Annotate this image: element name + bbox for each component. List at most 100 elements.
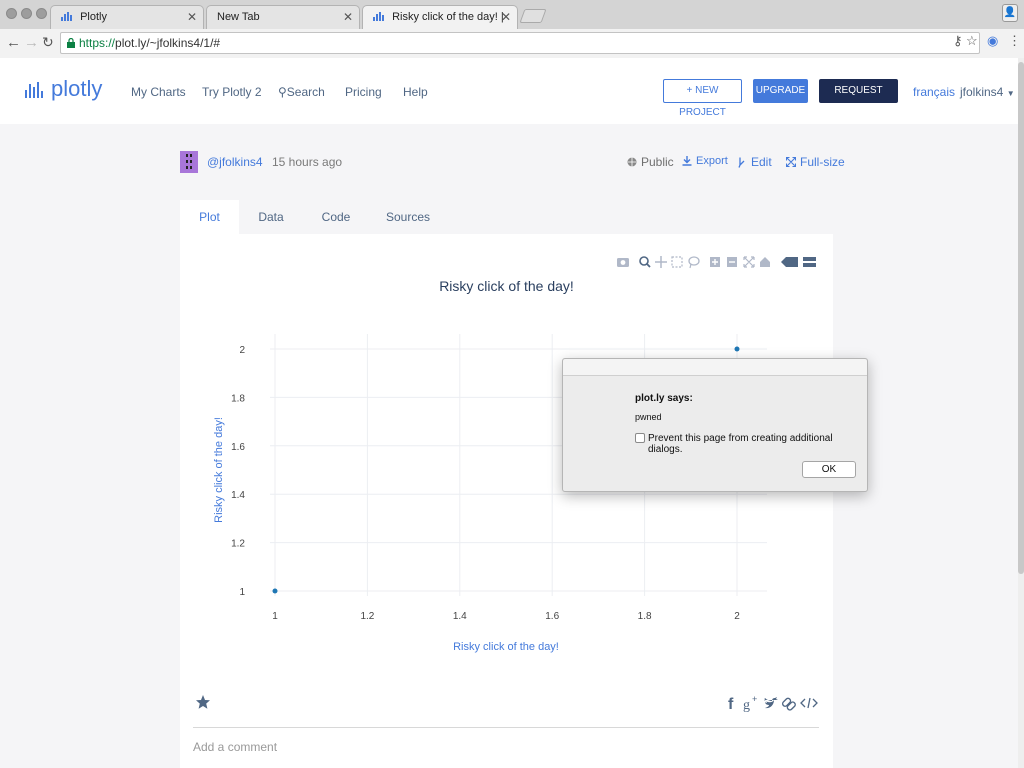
link-icon[interactable] — [781, 697, 797, 711]
page-scrollbar[interactable] — [1018, 58, 1024, 768]
scatter-point[interactable] — [734, 346, 740, 352]
zoom-in-icon[interactable] — [710, 257, 720, 267]
lasso-icon[interactable] — [688, 256, 700, 269]
chart-title: Risky click of the day! — [439, 278, 574, 294]
x-tick-labels: 1 1.2 1.4 1.6 1.8 2 — [272, 611, 740, 622]
zoom-icon[interactable] — [639, 256, 651, 268]
address-bar[interactable]: https://plot.ly/~jfolkins4/1/# — [60, 32, 980, 54]
close-tab-icon[interactable]: ✕ — [187, 10, 197, 24]
new-tab-button[interactable] — [519, 9, 547, 23]
extension-icon[interactable]: ◉ — [987, 33, 998, 49]
logo-text: plotly — [51, 76, 103, 101]
y-tick-label: 1.2 — [231, 539, 245, 550]
plotly-logo-icon — [25, 82, 43, 98]
close-tab-icon[interactable]: ✕ — [501, 10, 511, 24]
download-icon — [682, 156, 692, 166]
avatar[interactable] — [180, 151, 198, 173]
edit-button[interactable]: Edit — [738, 155, 772, 169]
y-tick-label: 1.6 — [231, 442, 245, 453]
svg-text:f: f — [728, 696, 734, 712]
globe-icon — [627, 157, 637, 167]
nav-search-label: Search — [286, 85, 325, 99]
tab-code[interactable]: Code — [310, 200, 362, 234]
x-tick-label: 1.6 — [545, 611, 559, 622]
x-tick-label: 2 — [734, 611, 740, 622]
share-icons: f g + — [728, 694, 818, 712]
comment-input[interactable]: Add a comment — [193, 740, 277, 754]
minimize-window-button[interactable] — [21, 8, 32, 19]
post-time: 15 hours ago — [272, 155, 343, 169]
twitter-icon[interactable] — [764, 697, 778, 709]
divider — [193, 727, 819, 728]
x-tick-label: 1.4 — [453, 611, 467, 622]
embed-code-icon[interactable] — [800, 697, 818, 709]
hover-closest-icon[interactable] — [781, 257, 798, 267]
google-plus-icon[interactable]: g + — [743, 694, 757, 712]
prevent-dialogs-checkbox[interactable] — [635, 433, 645, 443]
star-icon[interactable] — [195, 694, 211, 710]
y-tick-label: 1.4 — [231, 490, 245, 501]
dialog-message: pwned — [635, 412, 662, 422]
tab-plot[interactable]: Plot — [180, 200, 239, 234]
url-text: plot.ly/~jfolkins4/1/# — [115, 36, 221, 50]
site-header: plotly My Charts Try Plotly 2 ⚲Search Pr… — [0, 58, 1018, 124]
x-tick-label: 1.8 — [638, 611, 652, 622]
author-link[interactable]: @jfolkins4 — [207, 155, 263, 169]
close-tab-icon[interactable]: ✕ — [343, 10, 353, 24]
facebook-icon[interactable]: f — [728, 696, 734, 712]
language-link[interactable]: français — [913, 85, 955, 99]
menu-dots-icon[interactable]: ⋮ — [1008, 33, 1021, 49]
autoscale-icon[interactable] — [743, 256, 755, 268]
reset-axes-icon[interactable] — [760, 257, 770, 267]
nav-my-charts[interactable]: My Charts — [131, 85, 186, 99]
ok-button[interactable]: OK — [802, 461, 856, 478]
y-tick-label: 1.8 — [231, 393, 245, 404]
fullsize-button[interactable]: Full-size — [786, 155, 845, 169]
browser-tab-chart[interactable]: Risky click of the day! | scatter ✕ — [362, 5, 518, 29]
plotly-favicon-icon — [61, 12, 72, 21]
expand-icon — [786, 157, 796, 167]
key-icon[interactable]: ⚷ — [953, 33, 963, 49]
new-project-button[interactable]: + NEW PROJECT — [663, 79, 742, 118]
request-demo-button[interactable]: REQUEST DEMO — [819, 79, 898, 118]
tab-sources[interactable]: Sources — [380, 200, 436, 234]
svg-text:+: + — [752, 694, 757, 704]
fullsize-label: Full-size — [800, 155, 845, 169]
nav-try-plotly-2[interactable]: Try Plotly 2 — [202, 85, 262, 99]
nav-search[interactable]: ⚲Search — [278, 85, 325, 99]
profile-icon[interactable]: 👤 — [1002, 4, 1018, 22]
pan-icon[interactable] — [655, 256, 667, 268]
zoom-window-button[interactable] — [36, 8, 47, 19]
browser-window: Plotly ✕ New Tab ✕ Risky click of the da… — [0, 0, 1024, 768]
browser-tab-new-tab[interactable]: New Tab ✕ — [206, 5, 360, 29]
visibility-indicator[interactable]: Public — [627, 155, 674, 169]
user-menu[interactable]: jfolkins4 ▼ — [960, 85, 1015, 99]
svg-text:g: g — [743, 698, 750, 712]
url-scheme: https:// — [79, 36, 116, 50]
scrollbar-thumb[interactable] — [1018, 62, 1024, 574]
x-axis-label: Risky click of the day! — [453, 641, 559, 653]
prevent-dialogs-label[interactable]: Prevent this page from creating addition… — [648, 433, 867, 455]
reload-icon[interactable]: ↻ — [42, 34, 54, 51]
browser-toolbar: ← → ↻ https://plot.ly/~jfolkins4/1/# ⚷ ☆… — [0, 29, 1024, 58]
scatter-point[interactable] — [272, 588, 278, 594]
export-button[interactable]: Export — [682, 155, 728, 167]
nav-pricing[interactable]: Pricing — [345, 85, 382, 99]
browser-tab-title: New Tab — [217, 11, 260, 23]
bookmark-star-icon[interactable]: ☆ — [966, 33, 978, 49]
dialog-title: plot.ly says: — [635, 393, 693, 404]
tab-data[interactable]: Data — [246, 200, 296, 234]
zoom-out-icon[interactable] — [727, 257, 737, 267]
forward-arrow-icon[interactable]: → — [24, 34, 39, 51]
upgrade-button[interactable]: UPGRADE — [753, 79, 808, 103]
plotly-logo[interactable]: plotly — [25, 76, 102, 102]
hover-compare-icon[interactable] — [803, 257, 816, 267]
visibility-label: Public — [641, 155, 674, 169]
nav-help[interactable]: Help — [403, 85, 428, 99]
back-arrow-icon[interactable]: ← — [6, 34, 21, 51]
browser-tab-plotly[interactable]: Plotly ✕ — [50, 5, 204, 29]
close-window-button[interactable] — [6, 8, 17, 19]
camera-icon[interactable] — [617, 258, 629, 267]
y-tick-labels: 1 1.2 1.4 1.6 1.8 2 — [231, 345, 245, 598]
box-select-icon[interactable] — [671, 256, 683, 268]
